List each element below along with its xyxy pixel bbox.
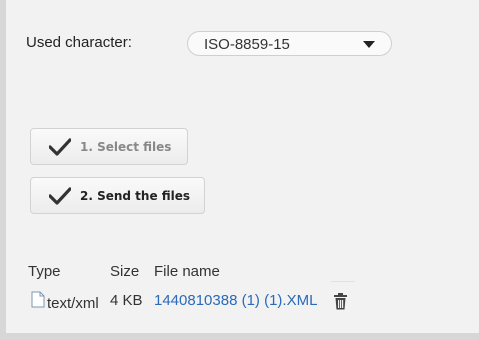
send-files-label: 2. Send the files (80, 189, 191, 203)
trash-icon[interactable] (333, 293, 348, 310)
check-icon (49, 187, 71, 205)
column-header-size: Size (110, 263, 140, 280)
column-header-file-name: File name (154, 263, 220, 280)
charset-select[interactable]: ISO-8859-15 (187, 31, 392, 56)
file-type: text/xml (47, 295, 99, 312)
upload-panel: Used character: ISO-8859-15 1. Select fi… (6, 0, 479, 333)
header-divider (331, 281, 355, 282)
charset-select-value: ISO-8859-15 (204, 36, 290, 53)
select-files-label: 1. Select files (80, 140, 172, 154)
file-size: 4 KB (110, 292, 143, 309)
column-header-type: Type (28, 263, 61, 280)
send-files-button[interactable]: 2. Send the files (30, 177, 205, 214)
file-name-link[interactable]: 1440810388 (1) (1).XML (154, 292, 317, 309)
charset-label: Used character: (26, 34, 132, 51)
select-files-button[interactable]: 1. Select files (30, 128, 188, 165)
check-icon (49, 138, 71, 156)
file-icon (31, 291, 45, 308)
chevron-down-icon (363, 41, 375, 48)
